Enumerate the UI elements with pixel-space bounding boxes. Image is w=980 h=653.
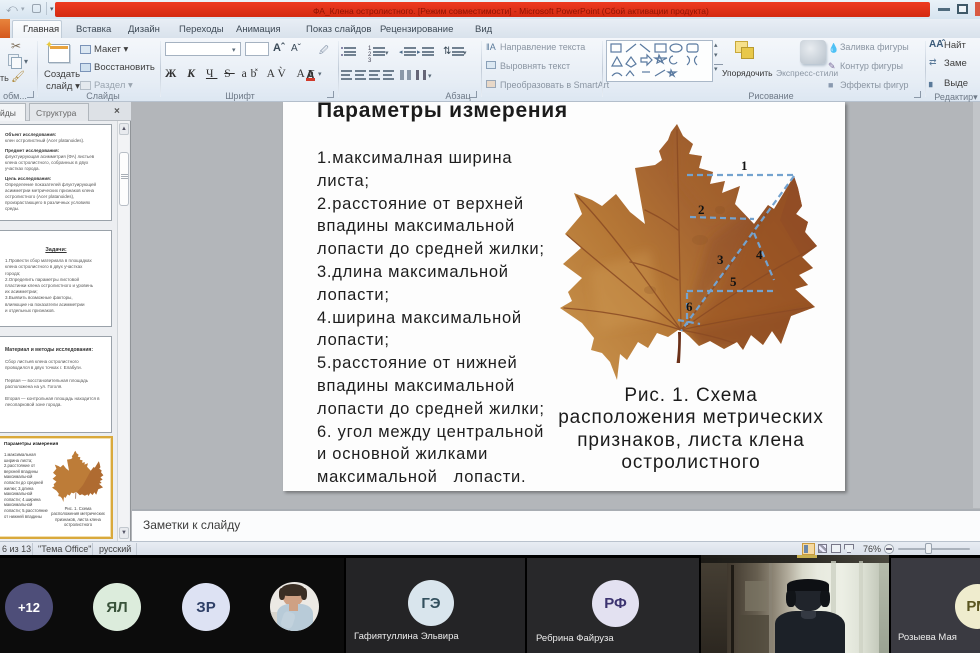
svg-text:5: 5 — [730, 274, 737, 289]
svg-text:1: 1 — [741, 158, 748, 173]
svg-text:3: 3 — [717, 252, 724, 267]
svg-text:2: 2 — [698, 202, 705, 217]
svg-text:4: 4 — [756, 247, 763, 262]
svg-text:6: 6 — [686, 299, 693, 314]
